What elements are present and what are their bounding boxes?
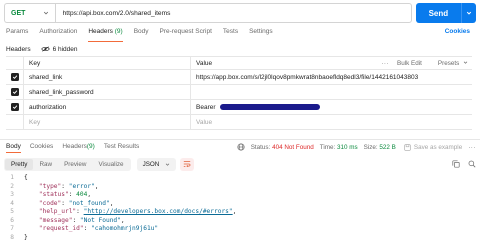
tab-params[interactable]: Params xyxy=(6,28,28,40)
header-enabled-checkbox[interactable] xyxy=(10,73,19,81)
auth-scheme-text: Bearer xyxy=(196,103,216,111)
save-as-example-button[interactable]: Save as example xyxy=(404,144,462,151)
code-line: 4 "code": "not_found", xyxy=(10,199,114,207)
response-actions xyxy=(444,157,476,171)
tab-pre-request-script[interactable]: Pre-request Script xyxy=(160,28,212,40)
code-line: 8} xyxy=(10,233,28,241)
tab-tests[interactable]: Tests xyxy=(223,28,238,40)
check-icon xyxy=(12,90,17,95)
tab-body[interactable]: Body xyxy=(134,28,149,40)
wrap-lines-icon xyxy=(184,161,191,168)
header-value-cell[interactable] xyxy=(191,85,472,99)
url-input[interactable]: https://api.box.com/2.0/shared_items xyxy=(54,3,413,23)
code-line: 1{ xyxy=(10,174,28,181)
chevron-down-icon xyxy=(466,11,471,15)
new-value-input[interactable]: Value xyxy=(191,115,472,129)
table-row: shared_link_password xyxy=(6,85,472,100)
code-line: 5 "help_url": "http://developers.box.com… xyxy=(10,208,237,215)
chevron-down-icon xyxy=(43,11,48,15)
method-select[interactable]: GET xyxy=(4,3,55,23)
headers-title: Headers xyxy=(6,45,31,53)
response-toolbar: Pretty Raw Preview Visualize JSON xyxy=(4,157,195,171)
hidden-count-label: 6 hidden xyxy=(52,45,78,53)
header-enabled-checkbox[interactable] xyxy=(10,103,19,111)
key-column-header: Key xyxy=(24,57,191,69)
chevron-down-icon xyxy=(463,61,468,64)
table-row-new: Key Value xyxy=(6,115,472,130)
format-visualize[interactable]: Visualize xyxy=(92,159,129,170)
new-key-input[interactable]: Key xyxy=(24,115,191,129)
table-row: authorization Bearer xyxy=(6,100,472,115)
format-raw[interactable]: Raw xyxy=(33,159,58,170)
code-line: 2 "type": "error", xyxy=(10,182,99,190)
send-button[interactable]: Send xyxy=(416,3,461,23)
response-bar: Body Cookies Headers(9) Test Results Sta… xyxy=(0,139,480,153)
response-tab-cookies[interactable]: Cookies xyxy=(30,143,53,150)
size-indicator: Size: 522 B xyxy=(363,143,396,151)
response-tab-headers[interactable]: Headers(9) xyxy=(62,143,95,150)
check-icon xyxy=(12,75,17,80)
wrap-lines-button[interactable] xyxy=(180,157,195,171)
code-line: 7 "request_id": "cahomohmrjn9j61u" xyxy=(10,225,159,232)
copy-button[interactable] xyxy=(452,160,460,168)
status-value: 404 Not Found xyxy=(272,143,314,151)
response-more-icon[interactable]: ··· xyxy=(468,144,476,151)
search-icon xyxy=(468,160,476,168)
status-indicator: Status: 404 Not Found xyxy=(250,143,314,151)
header-value-cell[interactable]: Bearer xyxy=(191,100,472,114)
format-pretty[interactable]: Pretty xyxy=(5,158,34,170)
globe-icon[interactable] xyxy=(237,143,245,151)
chevron-down-icon xyxy=(166,163,170,166)
language-select[interactable]: JSON xyxy=(136,157,177,171)
eye-off-icon xyxy=(40,46,50,52)
format-preview[interactable]: Preview xyxy=(58,159,92,170)
time-value: 310 ms xyxy=(337,143,358,151)
bulk-edit-button[interactable]: Bulk Edit xyxy=(397,60,422,67)
header-key-cell[interactable]: shared_link xyxy=(24,70,191,84)
headers-count: (9) xyxy=(114,28,123,35)
tab-settings[interactable]: Settings xyxy=(249,28,273,40)
response-headers-count: (9) xyxy=(86,143,95,150)
header-key-cell[interactable]: shared_link_password xyxy=(24,85,191,99)
header-key-cell[interactable]: authorization xyxy=(24,100,191,114)
request-tabs: Params Authorization Headers (9) Body Pr… xyxy=(6,28,476,42)
table-row: shared_link https://app.box.com/s/l2jl0l… xyxy=(6,70,472,85)
response-tab-body[interactable]: Body xyxy=(6,143,21,153)
tab-authorization[interactable]: Authorization xyxy=(39,28,77,40)
format-toggle-group: Pretty Raw Preview Visualize xyxy=(4,157,131,171)
response-body-code[interactable]: 1{ 2 "type": "error", 3 "status": 404, 4… xyxy=(0,174,480,242)
headers-bar: Headers 6 hidden xyxy=(6,44,78,54)
headers-table: Key Value ··· Bulk Edit Presets shared_l… xyxy=(6,56,472,130)
search-button[interactable] xyxy=(468,160,476,168)
header-enabled-checkbox[interactable] xyxy=(10,88,19,96)
code-line: 3 "status": 404, xyxy=(10,191,92,198)
response-status: Status: 404 Not Found Time: 310 ms Size:… xyxy=(237,140,476,154)
header-value-cell[interactable]: https://app.box.com/s/l2jl0lqov8pmkwrat8… xyxy=(191,70,472,84)
help-url-link[interactable]: "http://developers.box.com/docs/#errors" xyxy=(84,208,233,215)
method-label: GET xyxy=(11,9,26,17)
send-options-button[interactable] xyxy=(460,3,476,23)
redacted-token-mark xyxy=(219,104,320,110)
size-value: 522 B xyxy=(379,143,396,151)
more-options-icon[interactable]: ··· xyxy=(381,60,389,67)
copy-icon xyxy=(452,160,460,168)
response-tab-test-results[interactable]: Test Results xyxy=(104,143,139,150)
time-indicator: Time: 310 ms xyxy=(319,143,358,151)
cookies-link[interactable]: Cookies xyxy=(445,28,470,35)
save-icon xyxy=(404,143,411,151)
request-bar: GET https://api.box.com/2.0/shared_items… xyxy=(4,3,476,23)
presets-dropdown[interactable]: Presets xyxy=(430,60,468,67)
table-header-row: Key Value ··· Bulk Edit Presets xyxy=(6,57,472,70)
toggle-hidden-headers[interactable]: 6 hidden xyxy=(40,45,78,53)
code-line: 6 "message": "Not Found", xyxy=(10,216,125,224)
tab-headers[interactable]: Headers (9) xyxy=(88,28,124,42)
check-icon xyxy=(12,105,17,110)
